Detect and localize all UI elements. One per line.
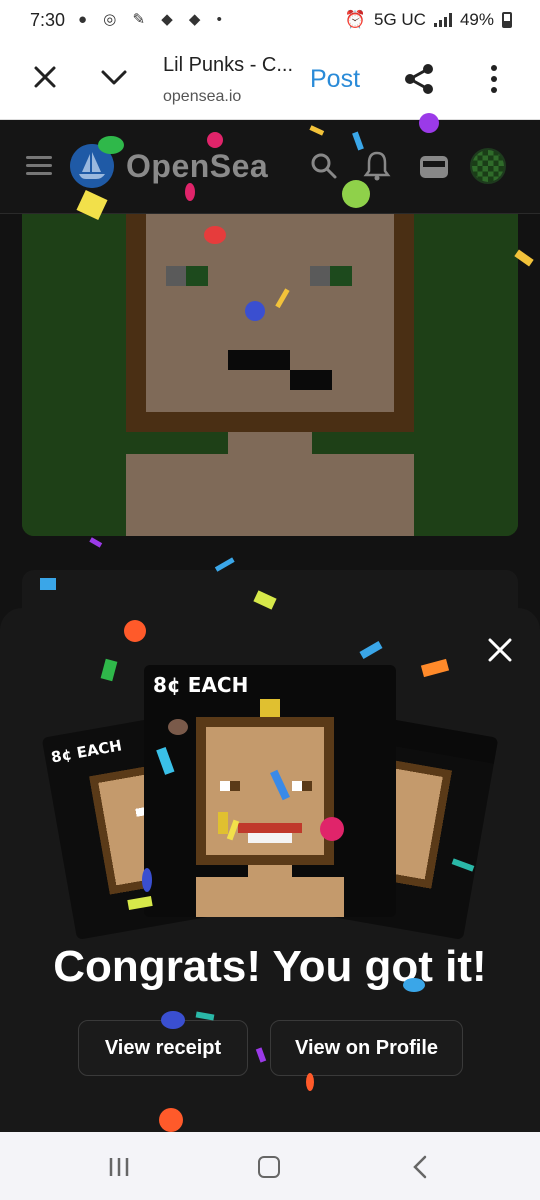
status-bar: 7:30 ● ◎ ✎ ◆ ◆ • ⏰ 5G UC 49% [0,0,540,40]
price-label: 8¢ EACH [153,673,249,697]
page-url: opensea.io [163,88,242,105]
status-right: ⏰ 5G UC 49% [345,10,512,30]
notification-icons: ● ◎ ✎ ◆ ◆ • [78,11,228,28]
opensea-brand[interactable]: OpenSea [126,148,268,185]
purchase-modal: 8¢ EACH 8¢ EACH Congrats! You got it! Vi… [0,608,540,1132]
network-label: 5G UC [374,10,426,29]
recents-icon[interactable] [108,1156,130,1178]
bell-icon[interactable] [363,150,391,182]
price-label: 8¢ EACH [49,736,124,767]
avatar[interactable] [470,148,506,184]
opensea-header: OpenSea [0,120,540,214]
search-icon[interactable] [310,152,338,180]
web-page: OpenSea 8¢ EACH 8¢ EACH Congrats! You go… [0,120,540,1132]
close-icon[interactable] [486,636,514,664]
nft-image[interactable] [22,214,518,536]
page-title: Lil Punks - C... [163,54,294,76]
opensea-logo-icon[interactable] [70,144,114,188]
share-icon[interactable] [402,62,436,96]
alarm-icon: ⏰ [344,10,366,29]
punk-image [144,699,396,917]
nft-card-front[interactable]: 8¢ EACH [144,665,396,917]
congrats-heading: Congrats! You got it! [53,942,487,991]
more-icon[interactable] [484,62,504,96]
signal-icon [433,13,452,27]
wallet-icon[interactable] [418,152,450,180]
browser-toolbar: Lil Punks - C... opensea.io Post [0,40,540,120]
system-nav-bar [0,1132,540,1200]
back-icon[interactable] [410,1154,430,1180]
menu-icon[interactable] [26,156,52,176]
close-icon[interactable] [30,62,60,92]
home-icon[interactable] [258,1156,280,1178]
status-time: 7:30 [30,10,66,30]
view-on-profile-button[interactable]: View on Profile [270,1020,463,1076]
battery-icon [502,12,512,28]
battery-label: 49% [459,10,494,29]
post-button[interactable]: Post [310,65,360,94]
view-receipt-button[interactable]: View receipt [78,1020,248,1076]
chevron-down-icon[interactable] [98,62,130,92]
